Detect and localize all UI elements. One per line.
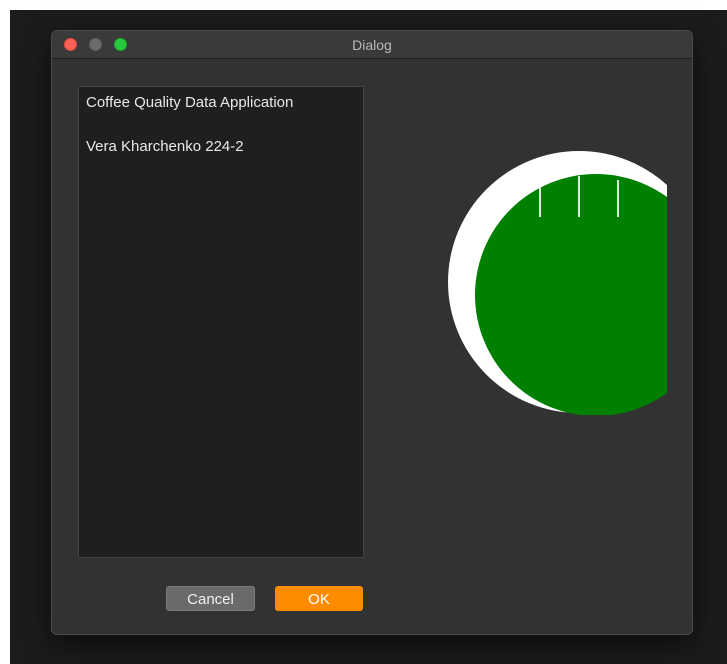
ok-button[interactable]: OK xyxy=(275,586,363,611)
coffee-cup-graphic xyxy=(448,150,667,415)
coffee-cup-top-view-icon xyxy=(448,151,667,415)
app-name-text: Coffee Quality Data Application xyxy=(86,94,294,111)
title-bar[interactable]: Dialog xyxy=(52,31,692,59)
author-text: Vera Kharchenko 224-2 xyxy=(86,138,244,155)
dialog-window: Dialog Coffee Quality Data Application V… xyxy=(51,30,693,635)
cancel-button[interactable]: Cancel xyxy=(166,586,255,611)
info-text-panel[interactable]: Coffee Quality Data Application Vera Kha… xyxy=(78,86,364,558)
window-title: Dialog xyxy=(352,37,392,53)
